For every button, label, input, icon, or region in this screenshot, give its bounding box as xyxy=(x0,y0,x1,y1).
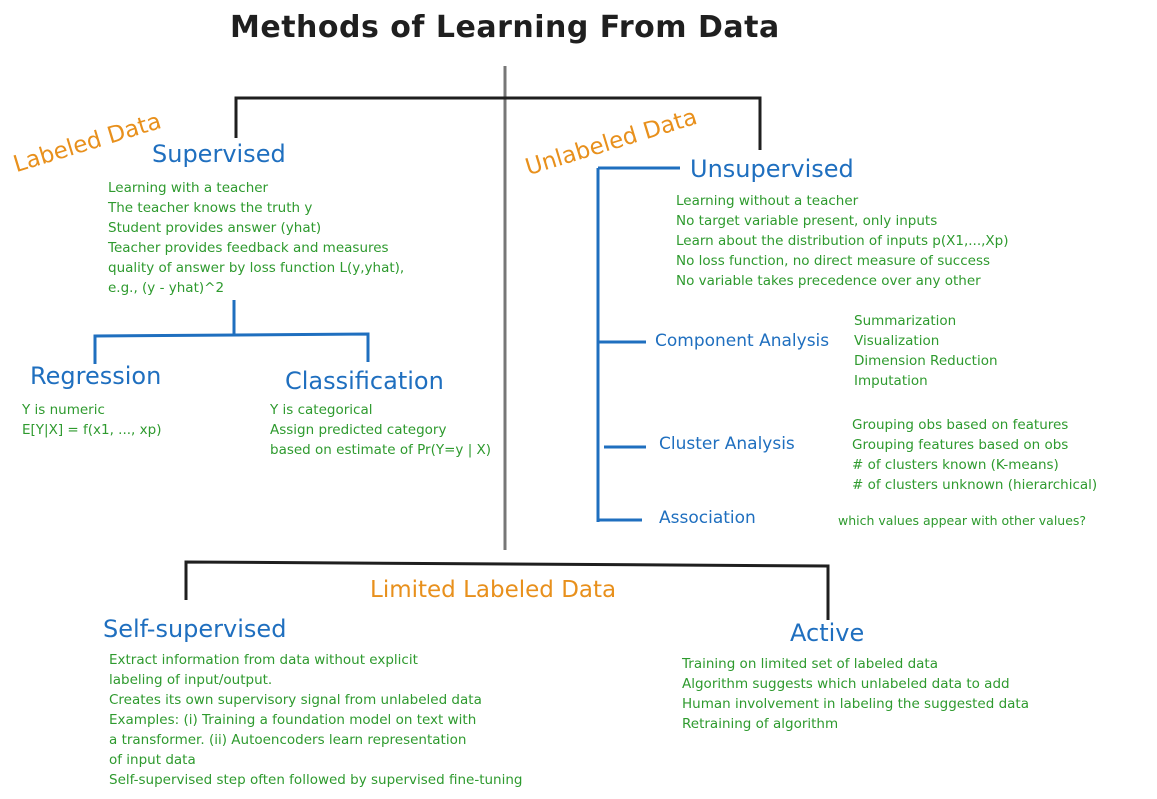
supervised-line: Teacher provides feedback and measures xyxy=(108,240,389,256)
supervised-line: Learning with a teacher xyxy=(108,180,269,196)
component-analysis-line: Summarization xyxy=(854,313,957,329)
active-line: Human involvement in labeling the sugges… xyxy=(682,696,1029,712)
unsupervised-description: Learning without a teacher No target var… xyxy=(676,191,1009,291)
component-analysis-line: Dimension Reduction xyxy=(854,353,998,369)
regression-line: E[Y|X] = f(x1, ..., xp) xyxy=(22,422,162,438)
active-line: Training on limited set of labeled data xyxy=(682,656,938,672)
regression-line: Y is numeric xyxy=(22,402,105,418)
self-supervised-line: a transformer. (ii) Autoencoders learn r… xyxy=(109,732,467,748)
classification-line: Y is categorical xyxy=(270,402,373,418)
classification-line: Assign predicted category xyxy=(270,422,447,438)
cluster-analysis-line: # of clusters unknown (hierarchical) xyxy=(852,477,1098,493)
supervised-line: The teacher knows the truth y xyxy=(108,200,313,216)
active-line: Retraining of algorithm xyxy=(682,716,839,732)
regression-description: Y is numeric E[Y|X] = f(x1, ..., xp) xyxy=(22,400,161,440)
cluster-analysis-heading: Cluster Analysis xyxy=(659,434,795,454)
unsupervised-heading: Unsupervised xyxy=(690,155,854,183)
supervised-heading: Supervised xyxy=(152,140,286,168)
cluster-analysis-line: Grouping obs based on features xyxy=(852,417,1069,433)
supervised-line: quality of answer by loss function L(y,y… xyxy=(108,260,405,276)
cluster-analysis-description: Grouping obs based on features Grouping … xyxy=(852,415,1097,495)
diagram-title: Methods of Learning From Data xyxy=(230,10,780,45)
self-supervised-line: Self-supervised step often followed by s… xyxy=(109,772,523,788)
component-analysis-line: Visualization xyxy=(854,333,940,349)
self-supervised-line: labeling of input/output. xyxy=(109,672,273,688)
limited-labeled-data-label: Limited Labeled Data xyxy=(370,577,617,603)
supervised-line: Student provides answer (yhat) xyxy=(108,220,322,236)
unsupervised-line: No variable takes precedence over any ot… xyxy=(676,273,981,289)
self-supervised-line: Creates its own supervisory signal from … xyxy=(109,692,482,708)
self-supervised-heading: Self-supervised xyxy=(103,615,287,643)
component-analysis-heading: Component Analysis xyxy=(655,331,830,351)
unsupervised-line: No target variable present, only inputs xyxy=(676,213,938,229)
unsupervised-line: No loss function, no direct measure of s… xyxy=(676,253,991,269)
unsupervised-line: Learn about the distribution of inputs p… xyxy=(676,233,1009,249)
cluster-analysis-line: Grouping features based on obs xyxy=(852,437,1069,453)
cluster-analysis-line: # of clusters known (K-means) xyxy=(852,457,1059,473)
component-analysis-description: Summarization Visualization Dimension Re… xyxy=(854,311,998,391)
self-supervised-line: of input data xyxy=(109,752,196,768)
supervised-line: e.g., (y - yhat)^2 xyxy=(108,280,225,296)
association-heading: Association xyxy=(659,508,756,528)
unsupervised-line: Learning without a teacher xyxy=(676,193,859,209)
self-supervised-line: Examples: (i) Training a foundation mode… xyxy=(109,712,477,728)
classification-line: based on estimate of Pr(Y=y | X) xyxy=(270,442,492,458)
supervised-branch xyxy=(93,332,370,364)
active-description: Training on limited set of labeled data … xyxy=(682,654,1029,734)
active-heading: Active xyxy=(790,619,865,647)
self-supervised-line: Extract information from data without ex… xyxy=(109,652,418,668)
active-line: Algorithm suggests which unlabeled data … xyxy=(682,676,1010,692)
classification-heading: Classification xyxy=(285,367,444,395)
self-supervised-description: Extract information from data without ex… xyxy=(109,650,522,790)
association-description: which values appear with other values? xyxy=(838,511,1086,531)
supervised-description: Learning with a teacher The teacher know… xyxy=(108,178,404,298)
regression-heading: Regression xyxy=(30,362,162,390)
association-line: which values appear with other values? xyxy=(838,513,1087,528)
classification-description: Y is categorical Assign predicted catego… xyxy=(270,400,491,460)
component-analysis-line: Imputation xyxy=(854,373,928,389)
